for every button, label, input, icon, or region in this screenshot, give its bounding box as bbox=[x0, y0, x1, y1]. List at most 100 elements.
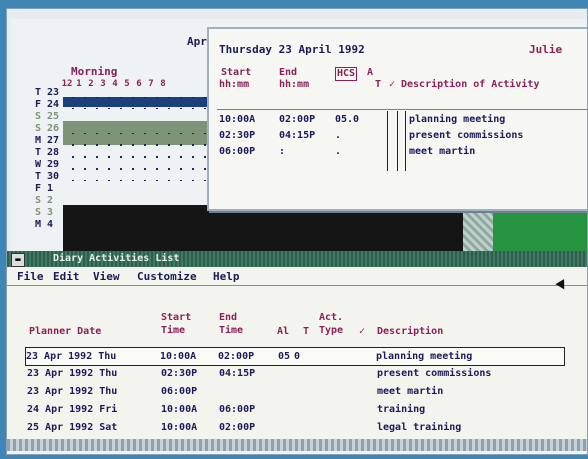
day-date: 25 bbox=[47, 111, 60, 122]
col-description[interactable]: Description bbox=[377, 325, 443, 338]
detail-cell-desc[interactable]: planning meeting bbox=[409, 113, 505, 127]
day-row[interactable]: S3 bbox=[35, 207, 53, 219]
detail-cell-end[interactable]: 02:00P bbox=[279, 113, 315, 127]
list-cell-start: 02:30P bbox=[161, 368, 198, 379]
list-cell-start: 10:00A bbox=[161, 404, 198, 415]
header-hcs: HCS bbox=[335, 67, 358, 81]
detail-title: Thursday 23 April 1992 bbox=[219, 43, 365, 56]
list-row[interactable]: 24 Apr 1992 Fri 10:00A 06:00P training bbox=[27, 401, 547, 418]
day-of-week: S bbox=[35, 123, 42, 134]
list-cell-end: 02:00P bbox=[219, 422, 256, 433]
detail-cell-hcs[interactable]: . bbox=[335, 145, 341, 159]
system-menu-icon[interactable]: ▬ bbox=[11, 253, 25, 267]
detail-cell-hcs[interactable]: 05.0 bbox=[335, 113, 359, 127]
col-start-time[interactable]: Start Time bbox=[161, 311, 191, 337]
detail-cell-start[interactable]: 10:00A bbox=[219, 113, 255, 127]
hour-label: 3 bbox=[100, 79, 106, 89]
list-cell-desc: meet martin bbox=[377, 386, 444, 397]
detail-cell-start[interactable]: 06:00P bbox=[219, 145, 255, 159]
list-row[interactable]: 25 Apr 1992 Sat 10:00A 02:00P legal trainin… bbox=[27, 419, 547, 436]
header-alarm-t: T bbox=[375, 79, 382, 90]
day-row[interactable]: M4 bbox=[35, 219, 53, 231]
day-of-week: M bbox=[35, 135, 42, 146]
planner-period-label: Morning bbox=[71, 65, 118, 78]
list-cell-date: 23 Apr 1992 Thu bbox=[26, 351, 117, 362]
detail-cell-end[interactable]: : bbox=[279, 145, 285, 159]
col-al[interactable]: Al bbox=[277, 325, 289, 338]
col-act-type[interactable]: Act. Type bbox=[319, 311, 343, 337]
planner-month-label: Apr bbox=[187, 35, 207, 48]
day-of-week: S bbox=[35, 111, 42, 122]
day-date: 24 bbox=[47, 99, 60, 110]
list-row[interactable]: 23 Apr 1992 Thu 10:00A 02:00P 05 0 planning m… bbox=[25, 347, 565, 366]
list-cell-date: 23 Apr 1992 Thu bbox=[27, 386, 118, 397]
list-cell-end: 04:15P bbox=[219, 368, 256, 379]
hour-grid[interactable] bbox=[63, 145, 211, 157]
header-end: End bbox=[279, 67, 298, 78]
day-of-week: T bbox=[35, 147, 42, 158]
col-check-icon: ✓ bbox=[359, 326, 366, 337]
detail-cell-start[interactable]: 02:30P bbox=[219, 129, 255, 143]
header-check-icon: ✓ bbox=[389, 79, 396, 90]
day-row[interactable]: M 27 bbox=[35, 135, 59, 147]
list-cell-end: 06:00P bbox=[219, 404, 256, 415]
day-date: 2 bbox=[47, 195, 54, 206]
day-row[interactable]: T 30 bbox=[35, 171, 59, 183]
hour-grid[interactable] bbox=[63, 97, 211, 109]
day-of-week: T bbox=[35, 87, 42, 98]
hour-grid[interactable] bbox=[63, 169, 211, 181]
day-date: 30 bbox=[47, 171, 60, 182]
day-date: 4 bbox=[47, 219, 54, 230]
day-row[interactable]: W 29 bbox=[35, 159, 59, 171]
hour-label: 2 bbox=[88, 79, 94, 89]
horizontal-scrollbar[interactable] bbox=[7, 439, 587, 451]
list-row[interactable]: 23 Apr 1992 Thu 06:00P meet martin bbox=[27, 383, 547, 400]
list-cell-desc: training bbox=[377, 404, 426, 415]
list-title: Diary Activities List bbox=[53, 253, 180, 264]
detail-cell-desc[interactable]: present commissions bbox=[409, 129, 523, 143]
menu-edit[interactable]: Edit bbox=[53, 270, 80, 283]
hour-grid[interactable] bbox=[63, 157, 211, 169]
list-cell-end: 02:00P bbox=[218, 351, 255, 362]
list-cell-start: 10:00A bbox=[161, 422, 198, 433]
detail-divider-v2 bbox=[397, 111, 398, 171]
day-detail-window[interactable]: Thursday 23 April 1992 Julie Start hh:mm… bbox=[207, 27, 587, 211]
menu-bar: File Edit View Customize Help bbox=[7, 267, 587, 286]
day-of-week: F bbox=[35, 183, 42, 194]
menu-customize[interactable]: Customize bbox=[137, 270, 197, 283]
hour-label: 1 bbox=[76, 79, 82, 89]
menu-view[interactable]: View bbox=[93, 270, 120, 283]
day-row[interactable]: S2 bbox=[35, 195, 53, 207]
menu-file[interactable]: File bbox=[17, 270, 44, 283]
header-a: A bbox=[367, 67, 374, 78]
col-end-time[interactable]: End Time bbox=[219, 311, 243, 337]
day-date: 29 bbox=[47, 159, 60, 170]
menu-help[interactable]: Help bbox=[213, 270, 240, 283]
list-titlebar[interactable]: ▬ Diary Activities List bbox=[7, 251, 587, 267]
hour-label: 8 bbox=[160, 79, 166, 89]
day-of-week: T bbox=[35, 171, 42, 182]
day-row[interactable]: T 23 bbox=[35, 87, 59, 99]
day-date: 1 bbox=[47, 183, 54, 194]
day-date: 23 bbox=[47, 87, 60, 98]
day-row[interactable]: T 28 bbox=[35, 147, 59, 159]
col-planner-date[interactable]: Planner Date bbox=[29, 325, 101, 338]
day-row[interactable]: S 25 bbox=[35, 111, 59, 123]
detail-cell-hcs[interactable]: . bbox=[335, 129, 341, 143]
activities-list-window[interactable]: ▬ Diary Activities List File Edit View Cust… bbox=[7, 251, 587, 454]
detail-cell-end[interactable]: 04:15P bbox=[279, 129, 315, 143]
list-cell-date: 24 Apr 1992 Fri bbox=[27, 404, 118, 415]
day-date: 26 bbox=[47, 123, 60, 134]
hour-label: 5 bbox=[124, 79, 130, 89]
list-cell-desc: present commissions bbox=[377, 368, 492, 379]
hour-label: 7 bbox=[148, 79, 154, 89]
detail-cell-desc[interactable]: meet martin bbox=[409, 145, 475, 159]
day-row[interactable]: F 24 bbox=[35, 99, 59, 111]
list-row[interactable]: 23 Apr 1992 Thu 02:30P 04:15P present commi… bbox=[27, 365, 547, 382]
day-row[interactable]: S 26 bbox=[35, 123, 59, 135]
day-of-week: M bbox=[35, 219, 42, 230]
day-date: 28 bbox=[47, 147, 60, 158]
day-row[interactable]: F1 bbox=[35, 183, 53, 195]
hour-grid[interactable] bbox=[63, 133, 211, 145]
col-t[interactable]: T bbox=[303, 325, 309, 338]
